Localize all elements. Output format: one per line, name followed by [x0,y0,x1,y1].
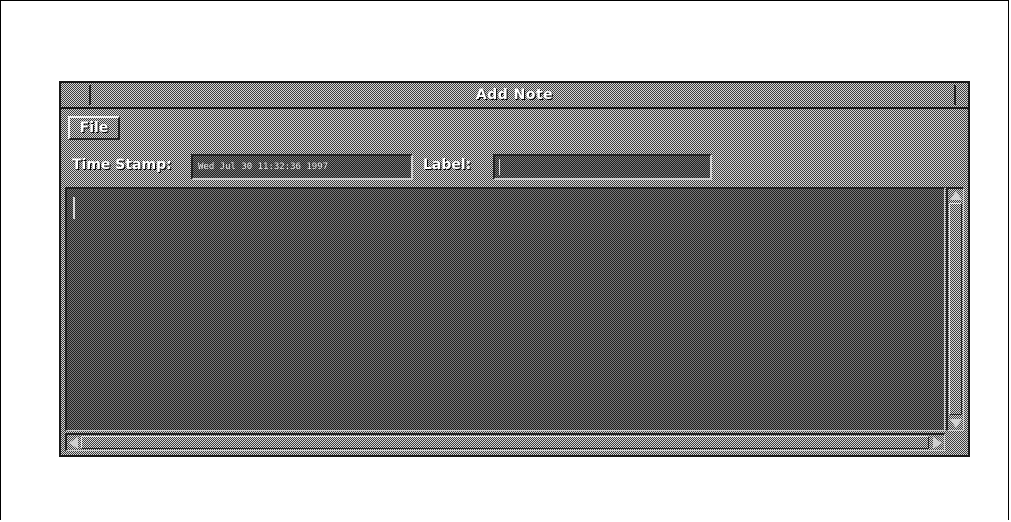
window-frame-handle[interactable] [954,85,964,105]
vertical-scrollbar[interactable] [946,187,964,431]
label-input[interactable] [493,154,712,180]
add-note-window: Add Note File Time Stamp: Wed Jul 30 11:… [59,81,970,457]
arrow-up-icon[interactable] [950,191,962,200]
horizontal-scrollbar[interactable] [65,433,945,451]
file-menu[interactable]: File [68,116,120,140]
window-title: Add Note [475,87,554,103]
text-caret [499,159,500,175]
text-caret [73,197,75,219]
fields-row: Time Stamp: Wed Jul 30 11:32:36 1997 Lab… [61,151,968,181]
vertical-scroll-thumb[interactable] [949,203,962,415]
label-label: Label: [423,157,472,173]
arrow-left-icon[interactable] [69,437,78,449]
horizontal-scroll-thumb[interactable] [81,436,929,449]
arrow-down-icon[interactable] [950,419,962,428]
timestamp-field[interactable]: Wed Jul 30 11:32:36 1997 [191,154,413,180]
timestamp-label: Time Stamp: [72,157,172,173]
menu-bar: File [61,109,968,145]
note-text-area[interactable] [65,187,945,431]
title-bar[interactable]: Add Note [61,83,968,109]
arrow-right-icon[interactable] [933,437,942,449]
